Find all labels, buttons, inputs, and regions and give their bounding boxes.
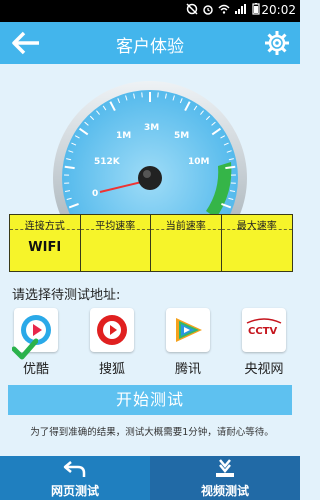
svg-text:CCTV: CCTV — [248, 326, 277, 337]
web-test-icon — [63, 461, 86, 477]
sohu-tile[interactable] — [90, 308, 134, 352]
gauge-tick — [225, 165, 236, 170]
alarm-icon — [203, 5, 213, 15]
page-title: 客户体验 — [116, 37, 184, 57]
site-name: 腾讯 — [174, 362, 201, 377]
sohu-icon — [97, 315, 127, 345]
tab-label: 网页测试 — [50, 484, 99, 498]
stat-max-speed: 最大速率 — [221, 215, 292, 271]
gauge-hub-highlight — [143, 170, 151, 178]
gauge-label-3m: 3M — [144, 123, 159, 133]
app-header: 客户体验 — [0, 22, 300, 64]
status-icons — [186, 3, 262, 15]
start-test-button[interactable]: 开始测试 — [8, 385, 292, 415]
battery-icon — [252, 3, 260, 15]
stat-current-speed: 当前速率 — [151, 215, 222, 271]
stat-header: 连接方式 — [10, 215, 80, 232]
tab-web-test[interactable]: 网页测试 — [0, 456, 150, 500]
site-option-cctv[interactable]: CCTV 央视网 — [240, 308, 288, 377]
bottom-tab-bar: 网页测试 视频测试 — [0, 456, 300, 500]
tab-label: 视频测试 — [200, 484, 249, 498]
selected-check-icon — [12, 338, 38, 360]
gauge-label-1m: 1M — [116, 131, 131, 141]
speed-gauge: 0 512K 1M 3M 5M 10M — [53, 81, 247, 218]
stat-connection-type: 连接方式 WIFI — [10, 215, 81, 271]
stat-header: 当前速率 — [151, 215, 221, 232]
cctv-tile[interactable]: CCTV — [242, 308, 286, 352]
gauge-hub — [138, 166, 162, 190]
site-option-tencent[interactable]: 腾讯 — [164, 308, 212, 377]
stat-value: WIFI — [28, 240, 62, 255]
wifi-icon — [218, 4, 230, 14]
gauge-tick — [64, 165, 75, 170]
site-name: 央视网 — [244, 362, 284, 377]
tab-video-test[interactable]: 视频测试 — [150, 456, 300, 500]
tencent-video-icon — [176, 318, 202, 342]
video-test-icon — [216, 459, 234, 477]
site-name: 搜狐 — [98, 362, 125, 377]
select-address-label: 请选择待测试地址: — [12, 288, 121, 303]
gauge-label-512k: 512K — [94, 157, 121, 167]
status-time: 20:02 — [261, 3, 296, 17]
site-name: 优酷 — [22, 362, 49, 377]
gauge-label-5m: 5M — [174, 131, 189, 141]
signal-icon — [235, 4, 246, 14]
youku-tile[interactable] — [12, 308, 58, 360]
gauge-label-10m: 10M — [188, 157, 210, 167]
site-option-youku[interactable]: 优酷 — [12, 308, 60, 377]
stat-average-speed: 平均速率 — [80, 215, 151, 271]
cctv-icon: CCTV — [246, 318, 282, 337]
test-duration-hint: 为了得到准确的结果，测试大概需要1分钟，请耐心等待。 — [30, 427, 274, 438]
stat-header: 最大速率 — [221, 215, 292, 232]
site-options: 优酷 搜狐 腾讯 CCTV 央视网 — [12, 308, 288, 378]
site-option-sohu[interactable]: 搜狐 — [88, 308, 136, 377]
stat-header: 平均速率 — [80, 215, 150, 232]
no-alarm-icon — [186, 3, 198, 15]
status-bar: 20:02 — [0, 0, 300, 22]
speed-stats-table: 连接方式 WIFI 平均速率 当前速率 最大速率 — [9, 214, 293, 272]
tencent-tile[interactable] — [166, 308, 210, 352]
gauge-label-0: 0 — [92, 189, 98, 199]
settings-gear-icon[interactable] — [264, 30, 290, 56]
